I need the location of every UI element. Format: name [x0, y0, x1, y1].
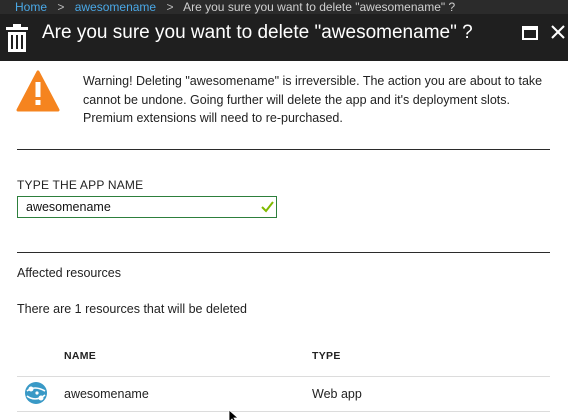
divider — [17, 149, 550, 150]
breadcrumb-separator: > — [57, 0, 65, 14]
table-row[interactable]: awesomename Web app — [17, 377, 550, 411]
breadcrumb-current: Are you sure you want to delete "awesome… — [183, 0, 456, 14]
check-icon — [261, 201, 274, 213]
resource-type-cell: Web app — [312, 387, 362, 401]
app-name-input[interactable] — [17, 196, 277, 218]
web-app-icon — [25, 382, 47, 404]
breadcrumb-home-link[interactable]: Home — [15, 0, 47, 14]
maximize-icon[interactable] — [522, 26, 538, 40]
breadcrumb: Home > awesomename > Are you sure you wa… — [0, 0, 568, 14]
app-name-label: TYPE THE APP NAME — [17, 178, 144, 192]
row-divider — [17, 411, 550, 412]
close-icon[interactable] — [550, 24, 566, 40]
column-header-type[interactable]: TYPE — [312, 350, 341, 362]
resource-count-text: There are 1 resources that will be delet… — [17, 302, 247, 316]
trash-icon — [6, 24, 28, 52]
divider — [17, 252, 550, 253]
page-title: Are you sure you want to delete "awesome… — [42, 22, 473, 43]
breadcrumb-app-link[interactable]: awesomename — [75, 0, 156, 14]
blade-header: Are you sure you want to delete "awesome… — [0, 14, 568, 61]
breadcrumb-separator: > — [166, 0, 174, 14]
mouse-cursor-icon — [228, 410, 240, 420]
resource-name-cell: awesomename — [64, 387, 149, 401]
column-header-name[interactable]: NAME — [64, 350, 96, 362]
affected-resources-heading: Affected resources — [17, 266, 121, 280]
warning-icon — [16, 70, 60, 112]
warning-message: Warning! Deleting "awesomename" is irrev… — [83, 74, 543, 125]
